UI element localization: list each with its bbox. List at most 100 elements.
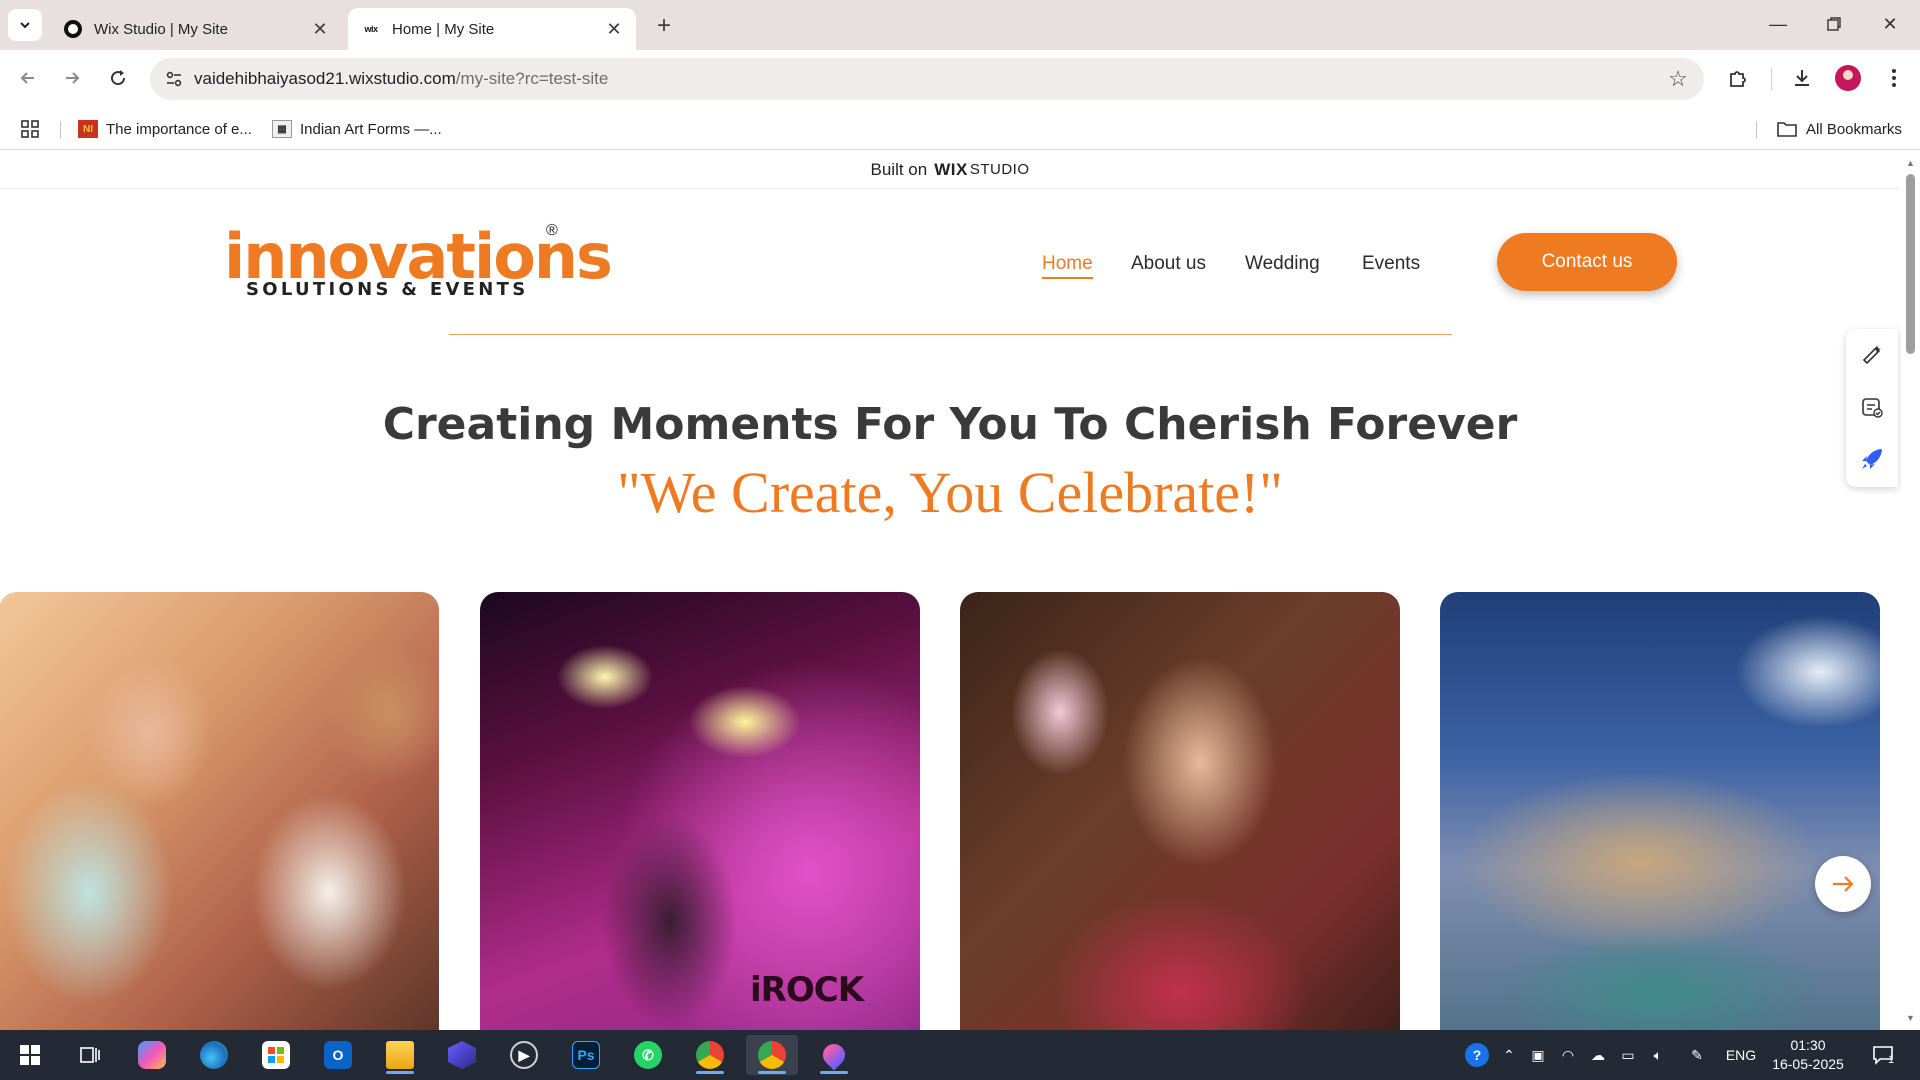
rocket-icon [1862,449,1882,469]
chevron-up-icon[interactable]: ⌃ [1496,1030,1522,1080]
tab-strip: Wix Studio | My Site ✕ wix Home | My Sit… [0,0,1920,50]
help-tray-icon[interactable]: ? [1460,1030,1494,1080]
scroll-down-icon[interactable]: ▼ [1905,1012,1916,1024]
tab-wix-studio[interactable]: Wix Studio | My Site ✕ [50,8,342,50]
display-tray-icon[interactable]: ▣ [1524,1030,1552,1080]
hero-headline: Creating Moments For You To Cherish Fore… [382,399,1518,450]
tab-close-button[interactable]: ✕ [310,19,330,39]
browser-menu-button[interactable] [1876,60,1912,96]
cloud-icon[interactable]: ☁ [1584,1030,1612,1080]
site-logo[interactable]: innovations SOLUTIONS & EVENTS ® [224,222,613,306]
new-tab-button[interactable]: + [650,12,678,40]
tab-home[interactable]: wix Home | My Site ✕ [348,8,636,50]
bookmark-star-icon[interactable]: ☆ [1666,66,1690,91]
site-checklist-button[interactable] [1846,381,1898,433]
notifications-button[interactable]: 1 [1866,1040,1900,1070]
contact-us-button[interactable]: Contact us [1497,233,1677,291]
hexagon-app-icon [448,1041,476,1069]
store-app[interactable] [250,1035,302,1075]
drummers-band-photo[interactable] [1440,592,1880,1030]
bookmark-item[interactable]: ▦ Indian Art Forms —... [272,116,442,142]
header-divider [449,334,1452,335]
tab-search-button[interactable] [8,9,42,41]
nav-home[interactable]: Home [1042,253,1093,279]
pencil-sparkle-icon [1862,345,1881,365]
wix-favicon: wix [364,24,378,34]
reload-button[interactable] [100,60,136,96]
all-bookmarks-button[interactable]: All Bookmarks [1776,116,1902,142]
nav-wedding[interactable]: Wedding [1245,253,1320,275]
photoshop-icon: Ps [572,1041,600,1069]
drop-app[interactable] [808,1035,860,1075]
whatsapp-icon: ✆ [634,1041,662,1069]
restore-button[interactable] [1806,6,1862,42]
bookmark-separator [1756,121,1757,139]
file-explorer-app[interactable] [374,1035,426,1075]
publish-button[interactable] [1846,433,1898,485]
store-icon [262,1041,290,1069]
wix-side-toolbar [1846,329,1898,487]
built-on-wix-banner[interactable]: Built on WIX STUDIO [0,151,1900,189]
wix-product: STUDIO [969,161,1030,178]
avatar [1835,65,1861,91]
address-bar[interactable]: vaidehibhaiyasod21.wixstudio.com/my-site… [150,58,1704,100]
wedding-celebration-photo[interactable] [0,592,439,1030]
taskbar-clock[interactable]: 01:30 16-05-2025 [1768,1036,1848,1074]
copilot-app[interactable] [126,1035,178,1075]
concert-performer-photo[interactable]: iROCK [480,592,920,1030]
nav-about-us[interactable]: About us [1131,253,1206,275]
media-player-app[interactable]: ▶ [498,1035,550,1075]
art-favicon: ▦ [272,120,292,138]
scroll-up-icon[interactable]: ▲ [1905,157,1916,169]
edit-design-button[interactable] [1846,329,1898,381]
url-path: /my-site?rc=test-site [455,69,609,88]
extensions-button[interactable] [1720,60,1756,96]
volume-icon[interactable]: 🔈︎ [1644,1030,1672,1080]
tab-close-button[interactable]: ✕ [604,19,624,39]
download-icon [1795,70,1809,86]
page-scrollbar[interactable]: ▲ ▼ [1901,151,1920,1030]
folder-icon [1777,122,1797,137]
forward-button[interactable] [54,60,90,96]
app-launcher[interactable] [436,1035,488,1075]
page-viewport: Built on WIX STUDIO innovations SOLUTION… [0,151,1920,1030]
back-button[interactable] [10,60,46,96]
wix-favicon [64,20,82,38]
edge-app[interactable] [188,1035,240,1075]
built-on-text: Built on [870,159,928,179]
registered-mark: ® [546,222,558,239]
minimize-button[interactable]: — [1750,6,1806,42]
profile-button[interactable] [1830,60,1866,96]
apps-grid-icon [21,120,39,138]
nav-events[interactable]: Events [1362,253,1420,275]
language-indicator[interactable]: ENG [1720,1030,1762,1080]
battery-icon[interactable]: ▭ [1614,1030,1642,1080]
hero-tagline: "We Create, You Celebrate!" [617,460,1283,525]
apps-button[interactable] [20,116,40,142]
clock-date: 16-05-2025 [1772,1056,1844,1072]
droplet-icon [818,1039,850,1071]
photoshop-app[interactable]: Ps [560,1035,612,1075]
bookmarks-bar: NI The importance of e... ▦ Indian Art F… [0,108,1920,150]
task-view-button[interactable] [64,1035,116,1075]
task-view-icon [80,1047,100,1063]
start-button[interactable] [4,1035,56,1075]
windows-logo-icon [20,1045,40,1065]
site-settings-icon[interactable] [154,58,194,100]
bride-portrait-photo[interactable] [960,592,1400,1030]
concert-brand-text: iROCK [750,970,864,1010]
chrome-profile-app[interactable] [746,1035,798,1075]
bookmark-item[interactable]: NI The importance of e... [78,116,252,142]
chrome-app[interactable] [684,1035,736,1075]
outlook-app[interactable]: O [312,1035,364,1075]
arrow-left-icon [20,72,34,84]
gallery-next-button[interactable] [1815,856,1871,912]
close-window-button[interactable]: ✕ [1862,6,1918,42]
whatsapp-app[interactable]: ✆ [622,1035,674,1075]
pen-icon[interactable]: ✎ [1680,1030,1714,1080]
bookmark-separator [60,121,61,139]
downloads-button[interactable] [1784,60,1820,96]
wifi-icon[interactable]: ◠ [1554,1030,1582,1080]
scroll-thumb[interactable] [1906,174,1915,354]
notification-count: 1 [1887,1054,1895,1066]
